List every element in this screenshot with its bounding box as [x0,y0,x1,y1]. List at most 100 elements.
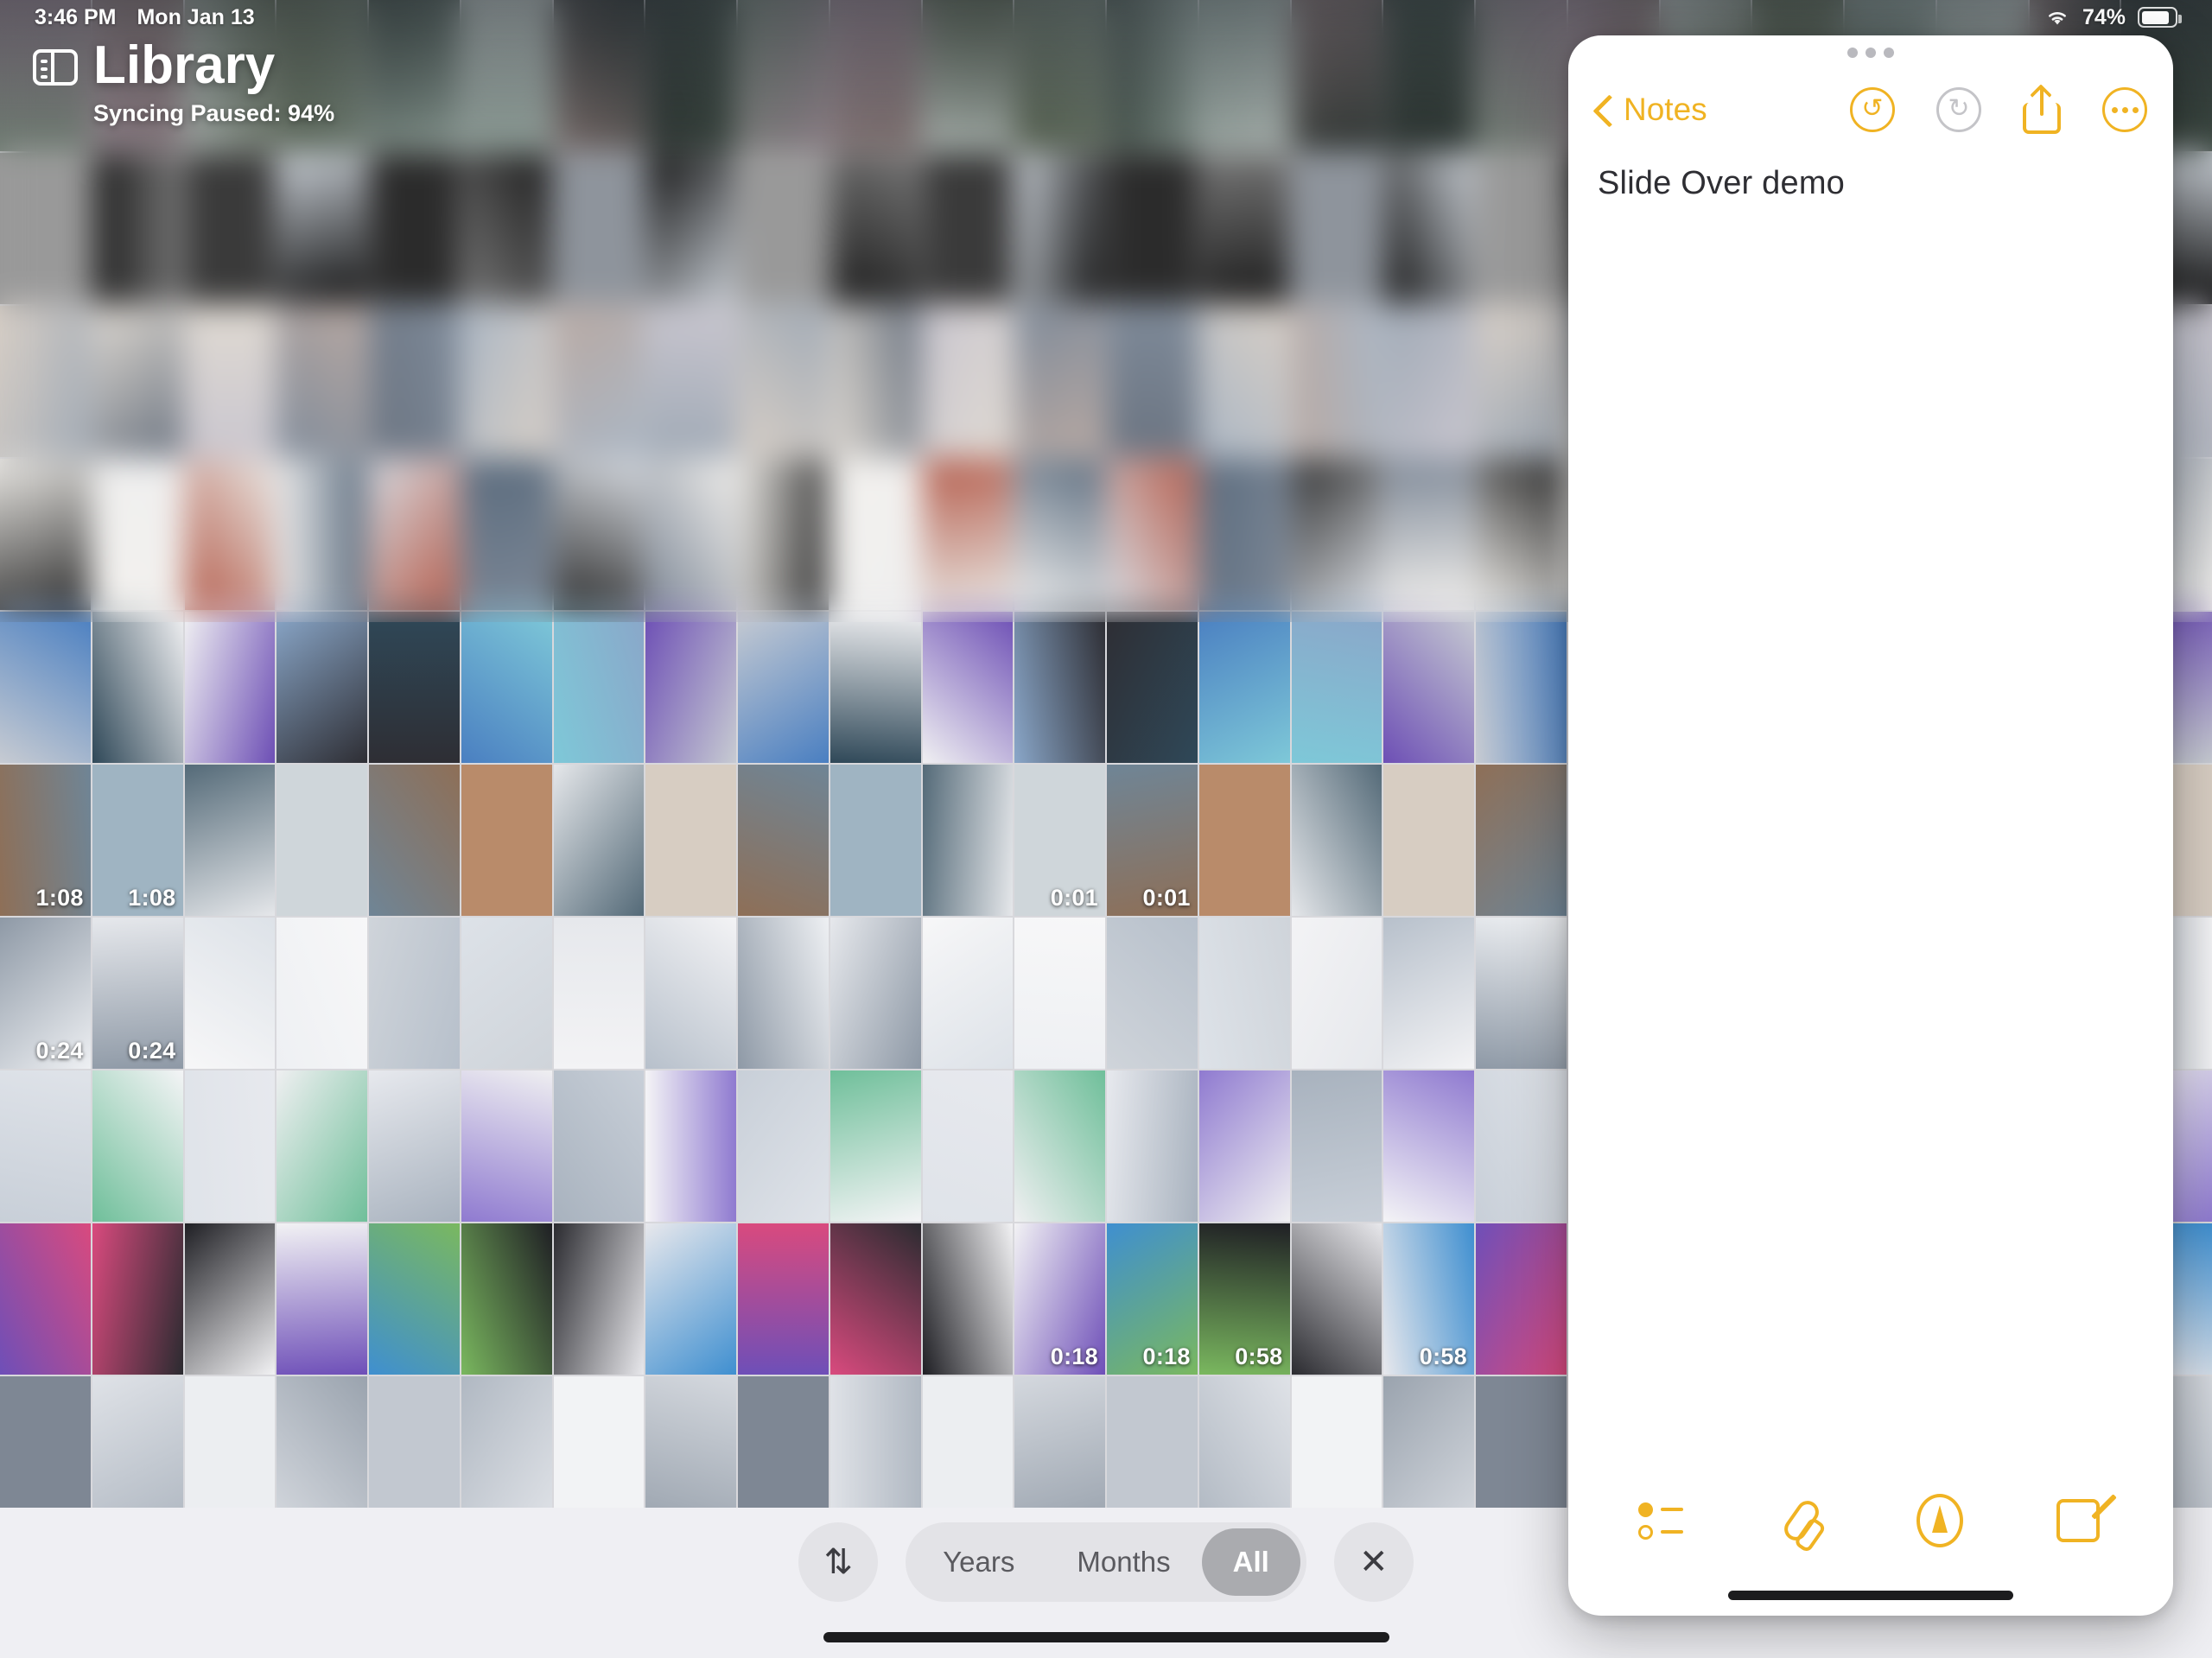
photo-thumbnail[interactable] [369,306,460,457]
photo-thumbnail[interactable] [923,1376,1014,1528]
photo-thumbnail[interactable] [185,765,276,916]
photo-thumbnail[interactable] [276,306,367,457]
photo-thumbnail[interactable]: 0:01 [1014,765,1105,916]
compose-icon[interactable] [2048,1490,2108,1551]
photo-thumbnail[interactable] [923,1070,1014,1222]
photo-thumbnail[interactable] [1292,459,1382,610]
photo-thumbnail[interactable] [276,1070,367,1222]
photo-thumbnail[interactable] [185,1070,276,1222]
redo-button[interactable]: ↻ [1936,87,1981,132]
photo-thumbnail[interactable] [369,918,460,1069]
photo-thumbnail[interactable] [830,1223,921,1375]
photo-thumbnail[interactable]: 1:08 [92,765,183,916]
photo-thumbnail[interactable] [554,765,645,916]
photo-thumbnail[interactable] [461,306,552,457]
timeline-segmented-control[interactable]: Years Months All [906,1522,1306,1602]
photo-thumbnail[interactable] [645,612,736,763]
tab-all[interactable]: All [1202,1528,1300,1596]
photo-thumbnail[interactable] [461,459,552,610]
photo-thumbnail[interactable] [1292,1070,1382,1222]
sort-button[interactable]: ⇅ [798,1522,878,1602]
photo-thumbnail[interactable] [1383,1070,1474,1222]
photo-thumbnail[interactable] [461,765,552,916]
photo-thumbnail[interactable] [923,612,1014,763]
photo-thumbnail[interactable] [554,1223,645,1375]
photo-thumbnail[interactable] [276,1376,367,1528]
photo-thumbnail[interactable] [923,306,1014,457]
photo-thumbnail[interactable] [554,612,645,763]
paperclip-icon[interactable] [1771,1490,1832,1551]
photo-thumbnail[interactable] [1199,153,1290,304]
photo-thumbnail[interactable] [92,612,183,763]
photo-thumbnail[interactable] [1107,459,1198,610]
photo-thumbnail[interactable] [0,306,91,457]
photo-thumbnail[interactable] [276,153,367,304]
photo-thumbnail[interactable] [1383,459,1474,610]
photo-thumbnail[interactable] [369,765,460,916]
tab-months[interactable]: Months [1046,1528,1201,1596]
photo-thumbnail[interactable] [645,1376,736,1528]
photo-thumbnail[interactable] [738,153,829,304]
photo-thumbnail[interactable] [1292,765,1382,916]
photo-thumbnail[interactable] [0,1070,91,1222]
photo-thumbnail[interactable] [554,153,645,304]
photo-thumbnail[interactable] [1014,459,1105,610]
photo-thumbnail[interactable] [1292,1223,1382,1375]
photo-thumbnail[interactable] [1014,612,1105,763]
photo-thumbnail[interactable] [1199,765,1290,916]
photo-thumbnail[interactable] [738,1070,829,1222]
photo-thumbnail[interactable] [1476,765,1567,916]
home-indicator[interactable] [823,1632,1389,1642]
photo-thumbnail[interactable]: 0:18 [1107,1223,1198,1375]
more-options-button[interactable] [2102,87,2147,132]
photo-thumbnail[interactable] [1292,612,1382,763]
photo-thumbnail[interactable] [1292,1376,1382,1528]
photo-thumbnail[interactable]: 0:58 [1199,1223,1290,1375]
photo-thumbnail[interactable] [0,459,91,610]
photo-thumbnail[interactable] [185,153,276,304]
photo-thumbnail[interactable] [645,765,736,916]
photo-thumbnail[interactable] [830,612,921,763]
photo-thumbnail[interactable] [738,1376,829,1528]
photo-thumbnail[interactable] [830,918,921,1069]
photo-thumbnail[interactable] [554,1376,645,1528]
photo-thumbnail[interactable] [1292,918,1382,1069]
photo-thumbnail[interactable] [461,1376,552,1528]
photo-thumbnail[interactable]: 0:24 [0,918,91,1069]
photo-thumbnail[interactable] [1107,612,1198,763]
photo-thumbnail[interactable] [1199,918,1290,1069]
photo-thumbnail[interactable] [369,1070,460,1222]
photo-thumbnail[interactable] [0,612,91,763]
photo-thumbnail[interactable] [830,1376,921,1528]
photo-thumbnail[interactable] [1014,918,1105,1069]
tab-years[interactable]: Years [912,1528,1046,1596]
photo-thumbnail[interactable] [0,153,91,304]
photo-thumbnail[interactable] [1383,1376,1474,1528]
checklist-icon[interactable] [1633,1490,1694,1551]
photo-thumbnail[interactable] [645,1070,736,1222]
photo-thumbnail[interactable] [185,1376,276,1528]
back-button-label[interactable]: Notes [1624,92,1707,128]
photo-thumbnail[interactable] [923,918,1014,1069]
undo-button[interactable]: ↺ [1850,87,1895,132]
photo-thumbnail[interactable] [645,1223,736,1375]
photo-thumbnail[interactable] [185,918,276,1069]
photo-thumbnail[interactable] [554,1070,645,1222]
photo-thumbnail[interactable] [369,1223,460,1375]
photo-thumbnail[interactable] [923,1223,1014,1375]
back-chevron-icon[interactable] [1594,95,1611,124]
photo-thumbnail[interactable]: 0:58 [1383,1223,1474,1375]
photo-thumbnail[interactable] [185,306,276,457]
drag-handle-icon[interactable] [1568,35,2173,70]
photo-thumbnail[interactable] [738,612,829,763]
photo-thumbnail[interactable] [1476,1070,1567,1222]
photo-thumbnail[interactable] [1014,1376,1105,1528]
photo-thumbnail[interactable] [1383,612,1474,763]
photo-thumbnail[interactable] [645,153,736,304]
photo-thumbnail[interactable] [738,765,829,916]
photo-thumbnail[interactable] [1383,765,1474,916]
photo-thumbnail[interactable] [0,1376,91,1528]
photo-thumbnail[interactable] [276,612,367,763]
photo-thumbnail[interactable] [92,306,183,457]
note-content-area[interactable]: Slide Over demo [1568,149,2173,1466]
